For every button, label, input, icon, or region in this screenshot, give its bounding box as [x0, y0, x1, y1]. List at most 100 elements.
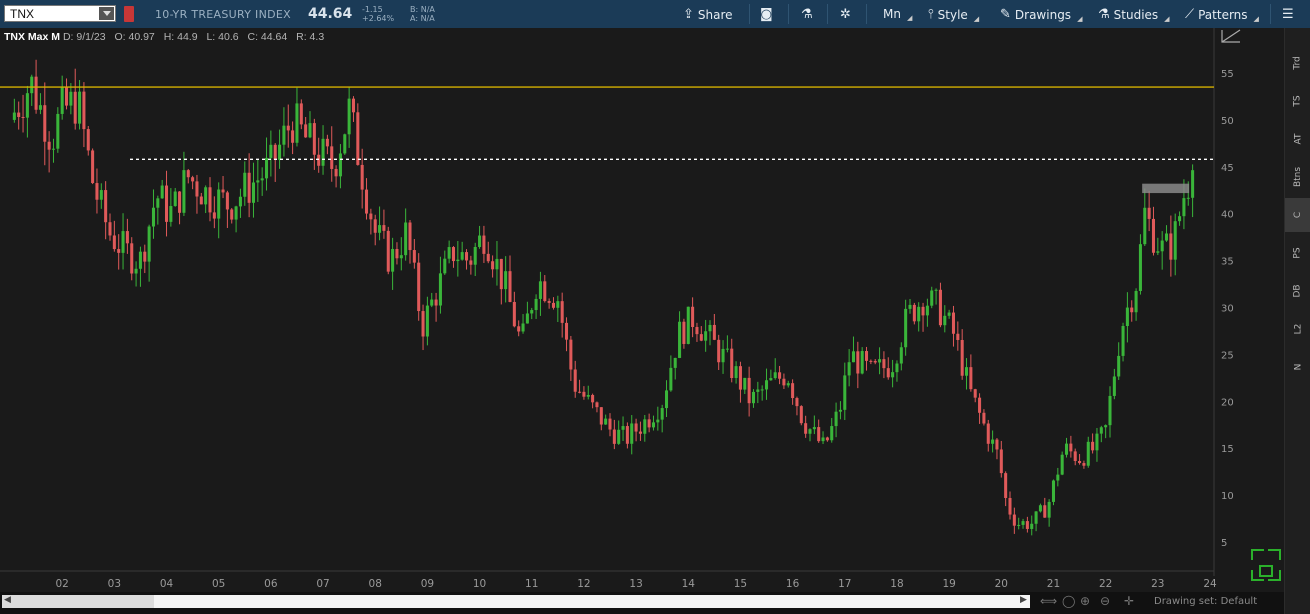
- percent-change: +2.64%: [362, 14, 395, 23]
- candle-body: [982, 412, 986, 424]
- candle-body: [534, 298, 538, 311]
- mn-button[interactable]: Mn ◢: [883, 7, 912, 22]
- candle-body: [434, 299, 438, 306]
- candle-body: [330, 146, 334, 169]
- right-tab-l2[interactable]: L2: [1285, 312, 1310, 346]
- candle-body: [1065, 443, 1069, 455]
- price-chart[interactable]: 5 10 15 20 25 30 35 40 45 50 55 02 03 04 05 06 07 08 09 10…: [0, 28, 1284, 592]
- candle-body: [508, 271, 512, 302]
- candle-body: [1121, 325, 1125, 356]
- zoom-out-icon[interactable]: ⊖: [1100, 594, 1110, 608]
- candle-body: [804, 423, 808, 434]
- candle-body: [973, 389, 977, 398]
- right-tab-label: DB: [1292, 284, 1303, 298]
- right-tab-db[interactable]: DB: [1285, 274, 1310, 308]
- candle-body: [265, 157, 269, 179]
- candle-body: [565, 322, 569, 340]
- drawings-button[interactable]: ✎ Drawings ◢: [1000, 7, 1082, 23]
- x-tick-label: 06: [264, 578, 278, 590]
- candle-body: [21, 116, 25, 118]
- candle-body: [760, 389, 764, 391]
- candle-body: [825, 437, 829, 441]
- toolbar-separator: [749, 4, 750, 24]
- crosshair-icon[interactable]: ✛: [1124, 594, 1134, 608]
- x-tick-label: 14: [682, 578, 696, 590]
- candle-body: [504, 271, 508, 290]
- arrows-icon[interactable]: ⟺: [1040, 594, 1057, 608]
- candle-body: [1017, 524, 1021, 526]
- candle-body: [643, 419, 647, 434]
- candle-body: [704, 331, 708, 341]
- candle-body: [260, 178, 264, 181]
- zoom-reset-icon[interactable]: ◯: [1062, 594, 1075, 608]
- expand-corner-icon[interactable]: [1250, 548, 1282, 582]
- share-button[interactable]: ⇪ Share: [683, 7, 733, 22]
- candle-body: [830, 426, 834, 441]
- top-toolbar: TNX 10-YR TREASURY INDEX 44.64 -1.15 +2.…: [0, 0, 1310, 29]
- candle-body: [421, 311, 425, 337]
- zoom-in-icon[interactable]: ⊕: [1080, 594, 1090, 608]
- candle-body: [965, 367, 969, 376]
- candle-body: [695, 327, 699, 335]
- candle-body: [399, 255, 403, 259]
- candle-body: [1165, 233, 1169, 241]
- candle-body: [495, 258, 499, 270]
- candle-body: [199, 196, 203, 205]
- candle-body: [347, 98, 351, 135]
- right-tab-c[interactable]: C: [1285, 198, 1310, 232]
- candle-body: [312, 123, 316, 155]
- chart-title: TNX Max M: [4, 31, 61, 43]
- candle-body: [108, 222, 112, 236]
- candle-body: [1178, 216, 1182, 222]
- right-tab-ps[interactable]: PS: [1285, 236, 1310, 270]
- right-tab-label: Btns: [1292, 166, 1303, 188]
- candle-body: [617, 429, 621, 444]
- right-tab-label: TS: [1293, 95, 1303, 107]
- flag-icon[interactable]: [124, 6, 134, 22]
- candle-body: [1104, 425, 1108, 428]
- menu-button[interactable]: ☰: [1282, 7, 1294, 22]
- symbol-input[interactable]: TNX: [4, 5, 116, 22]
- candle-body: [151, 207, 155, 227]
- candle-body: [882, 359, 886, 369]
- chart-area[interactable]: 5 10 15 20 25 30 35 40 45 50 55 02 03 04 05 06 07 08 09 10…: [0, 28, 1284, 592]
- candle-body: [482, 235, 486, 254]
- candle-body: [391, 248, 395, 272]
- candle-body: [1043, 505, 1047, 518]
- scroll-left-icon[interactable]: ◀: [4, 595, 11, 605]
- candle-body: [838, 409, 842, 412]
- candle-body: [686, 306, 690, 344]
- candle-body: [486, 253, 490, 262]
- y-tick-label: 30: [1221, 304, 1234, 315]
- drawing-set-label[interactable]: Drawing set: Default: [1154, 596, 1257, 607]
- right-tab-trd[interactable]: Trd: [1285, 46, 1310, 80]
- right-tab-at[interactable]: AT: [1285, 122, 1310, 156]
- candle-body: [130, 243, 134, 274]
- candle-body: [86, 129, 90, 151]
- patterns-button[interactable]: ⟋ Patterns ◢: [1185, 7, 1259, 23]
- settings-button[interactable]: ✲: [840, 7, 851, 22]
- symbol-dropdown-button[interactable]: [99, 7, 114, 20]
- right-tab-ts[interactable]: TS: [1285, 84, 1310, 118]
- candle-body: [778, 372, 782, 379]
- snapshot-button[interactable]: ◙: [760, 7, 773, 22]
- candle-body: [1025, 521, 1029, 529]
- candle-body: [204, 187, 208, 205]
- x-tick-label: 05: [212, 578, 225, 590]
- candle-body: [1130, 307, 1134, 313]
- studies-button[interactable]: ⚗ Studies ◢: [1098, 7, 1170, 23]
- candle-body: [443, 258, 447, 274]
- scroll-right-icon[interactable]: ▶: [1020, 595, 1027, 605]
- right-tab-n[interactable]: N: [1285, 350, 1310, 384]
- caret-down-icon: ◢: [973, 14, 980, 23]
- right-tab-btns[interactable]: Btns: [1285, 160, 1310, 194]
- candle-body: [969, 367, 973, 390]
- x-tick-label: 12: [577, 578, 590, 590]
- candle-body: [747, 377, 751, 404]
- candle-body: [169, 206, 173, 222]
- candle-body: [251, 182, 255, 203]
- candle-body: [556, 301, 560, 308]
- style-button[interactable]: ⫯ Style ◢: [928, 7, 980, 23]
- scrollbar-thumb[interactable]: [154, 595, 1030, 608]
- lab-button[interactable]: ⚗: [801, 7, 813, 22]
